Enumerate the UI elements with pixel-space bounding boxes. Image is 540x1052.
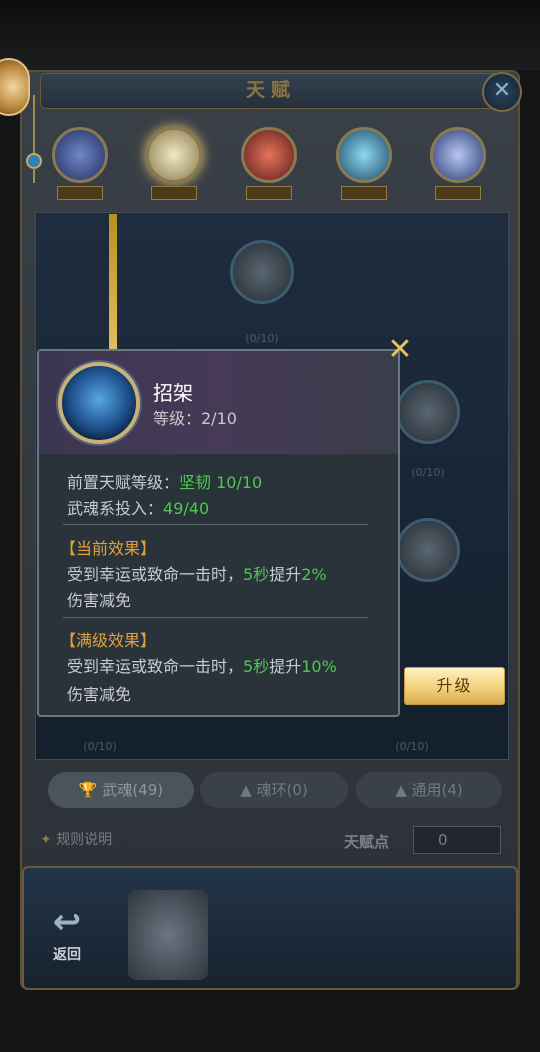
tab-label: 通用(4) (411, 781, 463, 799)
chain-ornament-icon (26, 95, 42, 183)
category-icon-4[interactable] (336, 127, 392, 183)
max-effect-title: 【满级效果】 (60, 631, 157, 650)
prereq-line: 前置天赋等级：坚韧 10/10 (67, 469, 262, 493)
effect-value: 10% (301, 657, 337, 676)
close-window-button[interactable]: ✕ (482, 72, 522, 112)
bottom-backdrop (0, 990, 540, 1052)
prereq-value: 坚韧 10/10 (179, 473, 263, 492)
invest-line: 武魂系投入：49/40 (67, 495, 209, 519)
effect-duration: 5秒 (243, 657, 270, 676)
talent-node-progress: (0/10) (411, 466, 445, 479)
ring-icon: ▲ (240, 781, 252, 799)
talent-points-value: 0 (413, 826, 501, 854)
tab-hunhuan[interactable]: ▲ 魂环(0) (200, 772, 348, 808)
skill-level: 等级：2/10 (153, 409, 237, 428)
window-title: 天赋 (40, 73, 502, 109)
category-icon-3[interactable] (241, 127, 297, 183)
category-tag-5 (435, 186, 481, 200)
tab-label: 魂环(0) (256, 781, 308, 799)
upgrade-button[interactable]: 升级 (404, 667, 505, 705)
effect-text: 受到幸运或致命一击时， (67, 565, 244, 584)
tab-wuhun[interactable]: 🏆 武魂(49) (48, 772, 194, 808)
rules-link[interactable]: ✦ 规则说明 (40, 829, 112, 849)
talent-node-progress: (0/10) (83, 740, 117, 753)
rules-icon: ✦ (40, 832, 52, 848)
tab-label: 武魂(49) (102, 781, 164, 799)
return-arrow-icon: ↩ (52, 902, 82, 942)
general-icon: ▲ (395, 781, 407, 799)
tab-tongyong[interactable]: ▲ 通用(4) (356, 772, 502, 808)
divider (63, 617, 368, 618)
current-effect-line2: 伤害减免 (67, 591, 132, 610)
prereq-label: 前置天赋等级： (67, 473, 180, 492)
max-effect-line: 受到幸运或致命一击时，5秒提升10% (67, 653, 337, 677)
parry-skill-icon (58, 362, 140, 444)
talent-node[interactable] (230, 240, 294, 304)
category-tag-2 (151, 186, 197, 200)
max-effect-line2: 伤害减免 (67, 685, 132, 704)
rules-label: 规则说明 (56, 832, 113, 848)
category-tag-3 (246, 186, 292, 200)
divider (63, 524, 368, 525)
current-effect-title: 【当前效果】 (60, 539, 157, 558)
hero-portrait[interactable] (128, 890, 208, 980)
tooltip-close-button[interactable]: ✕ (385, 335, 415, 365)
talent-node[interactable] (396, 380, 460, 444)
top-backdrop (0, 0, 540, 70)
talent-node-progress: (0/10) (245, 332, 279, 345)
back-button[interactable]: ↩ 返回 (34, 900, 100, 972)
category-icon-1[interactable] (52, 127, 108, 183)
back-label: 返回 (53, 947, 81, 963)
current-effect-line: 受到幸运或致命一击时，5秒提升2% (67, 561, 327, 585)
effect-text: 提升 (269, 657, 302, 676)
tree-progress-line (109, 214, 117, 354)
effect-text: 提升 (269, 565, 302, 584)
category-tag-4 (341, 186, 387, 200)
talent-points-label: 天赋点 (344, 833, 390, 851)
effect-value: 2% (301, 565, 327, 584)
talent-node-progress: (0/10) (395, 740, 429, 753)
skill-name: 招架 (153, 381, 193, 405)
category-icon-5[interactable] (430, 127, 486, 183)
effect-text: 受到幸运或致命一击时， (67, 657, 244, 676)
talent-node[interactable] (396, 518, 460, 582)
effect-duration: 5秒 (243, 565, 270, 584)
invest-value: 49/40 (163, 499, 210, 518)
invest-label: 武魂系投入： (67, 499, 164, 518)
category-icon-2[interactable] (146, 127, 202, 183)
category-tag-1 (57, 186, 103, 200)
trophy-icon: 🏆 (78, 781, 98, 799)
